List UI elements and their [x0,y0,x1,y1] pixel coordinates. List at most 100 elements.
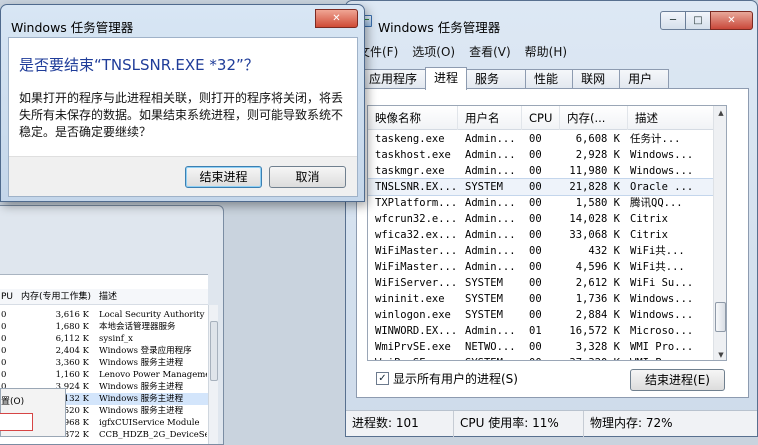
process-user: SYSTEM [465,293,503,305]
process-list-scrollbar[interactable]: ▲ ▼ [713,106,726,360]
tab-services[interactable]: 服务 [466,69,527,89]
process-row[interactable]: wininit.exe SYSTEM 00 1,736 K Windows... [368,291,713,307]
background-process-row: 0 2,404 K Windows 登录应用程序 [0,345,208,357]
status-physical-memory: 物理内存: 72% [590,416,673,430]
process-desc: WiFi共... [630,261,685,273]
column-memory[interactable]: 内存(... [560,106,628,130]
process-row[interactable]: WmiPrvSE.exe NETWO... 00 3,328 K WMI Pro... [368,339,713,355]
process-user: Admin... [465,261,516,273]
close-button[interactable]: ✕ [710,11,753,30]
task-manager-title: Windows 任务管理器 [378,20,501,35]
show-all-users-row[interactable]: ✓ 显示所有用户的进程(S) [376,370,518,386]
process-user: SYSTEM [465,277,503,289]
show-all-users-label[interactable]: 显示所有用户的进程(S) [393,370,518,387]
process-name: taskmgr.exe [375,165,445,177]
process-name: TNSLSNR.EX... [375,181,458,193]
process-cpu: 00 [529,341,542,353]
background-scroll-thumb[interactable] [210,321,218,381]
context-menu-highlight [0,413,33,431]
process-name: wfcrun32.e... [375,213,458,225]
scroll-thumb[interactable] [715,302,726,332]
process-row[interactable]: WINWORD.EX... Admin... 01 16,572 K Microso..… [368,323,713,339]
background-process-desc: Windows 登录应用程序 [99,346,192,356]
end-process-button[interactable]: 结束进程(E) [630,369,725,391]
process-user: Admin... [465,149,516,161]
process-list: 映像名称 用户名 CPU 内存(... 描述 taskeng.exe Admin.… [367,105,727,361]
process-row[interactable]: TXPlatform... Admin... 00 1,580 K 腾讯QQ... [368,195,713,211]
process-mem: 2,884 K [575,309,620,321]
process-mem: 14,028 K [569,213,620,225]
process-desc: Citrix [630,213,668,225]
dialog-close-button[interactable]: ✕ [315,9,358,28]
dialog-heading: 是否要结束“TNSLSNR.EXE *32”？ [19,56,259,74]
process-row[interactable]: taskeng.exe Admin... 00 6,608 K 任务计... [368,131,713,147]
process-row[interactable]: WiFiMaster... Admin... 00 432 K WiFi共... [368,243,713,259]
background-process-mem: 2,404 K [55,346,89,356]
bg-col-memory[interactable]: 内存(专用工作集) [21,289,91,305]
menu-bar: 文件(F) 选项(O) 查看(V) 帮助(H) [358,43,581,61]
background-process-row: 0 1,680 K 本地会话管理器服务 [0,321,208,333]
process-desc: Windows... [630,309,694,321]
scroll-down-arrow-icon[interactable]: ▼ [714,348,726,360]
task-manager-titlebar[interactable]: Windows 任务管理器 ─ □ ✕ [346,1,757,41]
process-row[interactable]: wfica32.ex... Admin... 00 33,068 K Citrix [368,227,713,243]
process-row[interactable]: WiFiServer... SYSTEM 00 2,612 K WiFi Su... [368,275,713,291]
process-row[interactable]: WiFiMaster... Admin... 00 4,596 K WiFi共... [368,259,713,275]
menu-options[interactable]: 选项(O) [412,43,455,61]
process-row[interactable]: winlogon.exe SYSTEM 00 2,884 K Windows... [368,307,713,323]
background-process-pu: 0 [1,322,7,332]
context-menu-item[interactable]: 置(O) [1,394,24,407]
process-user: Admin... [465,325,516,337]
bg-col-cpu[interactable]: PU [1,289,13,305]
process-mem: 33,068 K [569,229,620,241]
process-row[interactable]: wfcrun32.e... Admin... 00 14,028 K Citrix [368,211,713,227]
process-user: NETWO... [465,341,516,353]
process-row[interactable]: WmiPrvSE.exe SYSTEM 0037,320 K WMI Pro... [368,355,713,360]
background-process-row: 0 6,112 K sysinf_x [0,333,208,345]
process-desc: Microso... [630,325,694,337]
process-mem: 21,828 K [569,181,620,193]
dialog-footer: 结束进程 取消 [9,156,357,196]
scroll-up-arrow-icon[interactable]: ▲ [714,106,726,120]
background-process-pu: 0 [1,358,7,368]
tab-networking[interactable]: 联网 [572,69,621,89]
process-mem: 3,328 K [575,341,620,353]
bg-col-description[interactable]: 描述 [99,289,117,305]
process-row[interactable]: taskmgr.exe Admin... 00 11,980 K Windows... [368,163,713,179]
column-description[interactable]: 描述 [628,106,713,130]
process-name: WINWORD.EX... [375,325,458,337]
dialog-cancel-button[interactable]: 取消 [269,166,346,188]
process-mem: 37,320 K [560,355,620,360]
tab-users[interactable]: 用户 [619,69,670,89]
process-list-header: 映像名称 用户名 CPU 内存(... 描述 [368,106,713,130]
end-process-dialog: Windows 任务管理器 ✕ 是否要结束“TNSLSNR.EXE *32”？ … [0,4,365,202]
background-process-desc: Local Security Authority [99,310,205,320]
show-all-users-checkbox[interactable]: ✓ [376,371,389,385]
process-cpu: 00 [529,165,542,177]
process-cpu: 01 [529,325,542,337]
column-cpu[interactable]: CPU [522,106,560,130]
process-name: TXPlatform... [375,197,458,209]
process-cpu: 00 [529,229,542,241]
process-cpu: 00 [529,245,542,257]
process-row[interactable]: TNSLSNR.EX... SYSTEM 00 21,828 K Oracle ... [368,178,714,196]
process-mem: 432 K [588,245,620,257]
dialog-end-process-button[interactable]: 结束进程 [185,166,262,188]
tab-processes[interactable]: 进程 [425,67,468,90]
tab-performance[interactable]: 性能 [525,69,574,89]
caption-buttons: ─ □ ✕ [660,11,753,30]
process-desc: WiFi Su... [630,277,694,289]
tab-applications[interactable]: 应用程序 [360,69,427,89]
process-mem: 11,980 K [569,165,620,177]
minimize-button[interactable]: ─ [660,11,686,30]
column-user-name[interactable]: 用户名 [458,106,522,130]
process-row[interactable]: taskhost.exe Admin... 00 2,928 K Windows... [368,147,713,163]
maximize-button[interactable]: □ [685,11,711,30]
menu-view[interactable]: 查看(V) [469,43,511,61]
menu-help[interactable]: 帮助(H) [525,43,567,61]
column-image-name[interactable]: 映像名称 [368,106,458,130]
process-user: Admin... [465,245,516,257]
background-process-pu: 0 [1,346,7,356]
background-scrollbar[interactable] [208,305,218,444]
process-desc: 腾讯QQ... [630,197,683,209]
